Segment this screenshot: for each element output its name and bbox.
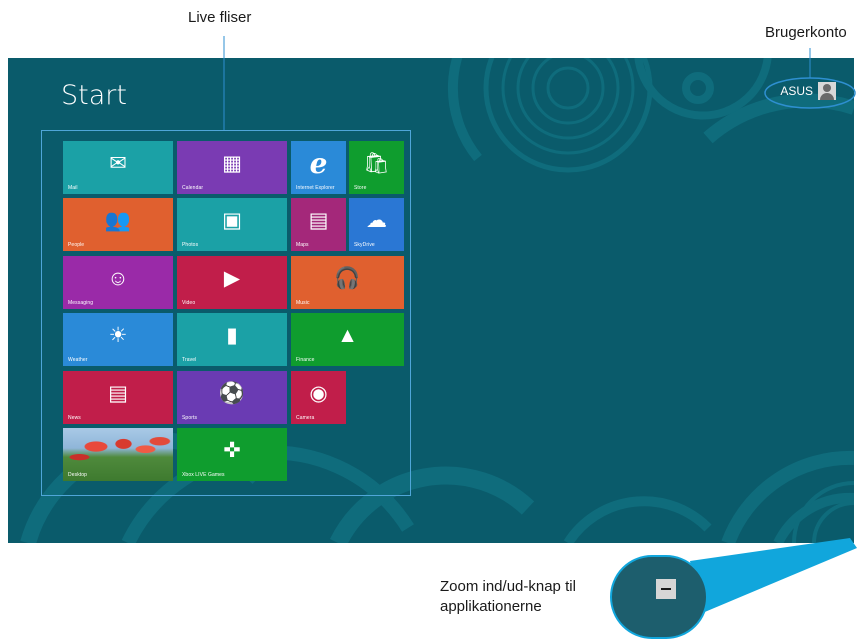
user-account[interactable]: ASUS	[780, 82, 836, 100]
tile-messaging[interactable]: ☺ Messaging	[63, 256, 173, 309]
calendar-icon: ▦	[222, 152, 242, 175]
tile-news[interactable]: ▤ News	[63, 371, 173, 424]
tile-desktop[interactable]: Desktop	[63, 428, 173, 481]
tile-skydrive[interactable]: ☁ SkyDrive	[349, 198, 404, 251]
tile-maps[interactable]: ▤ Maps	[291, 198, 346, 251]
tile-store[interactable]: 🛍 Store	[349, 141, 404, 194]
tile-music[interactable]: 🎧 Music	[291, 256, 404, 309]
tile-label: Music	[296, 300, 310, 306]
sports-icon: ⚽	[218, 382, 246, 405]
zoom-magnifier	[610, 555, 708, 639]
tile-people[interactable]: 👥 People	[63, 198, 173, 251]
tile-label: Video	[182, 300, 196, 306]
finance-icon: ▲	[337, 324, 358, 347]
music-icon: 🎧	[334, 267, 361, 290]
tile-camera[interactable]: ◉ Camera	[291, 371, 346, 424]
tile-label: Xbox LIVE Games	[182, 472, 225, 478]
tile-label: Internet Explorer	[296, 185, 335, 191]
tile-label: Travel	[182, 357, 197, 363]
tile-mail[interactable]: ✉ Mail	[63, 141, 173, 194]
store-icon: 🛍	[363, 152, 390, 175]
photos-icon: ▣	[222, 209, 242, 232]
tile-label: SkyDrive	[354, 242, 375, 248]
travel-icon: ▮	[226, 324, 238, 347]
internet-explorer-icon: e	[309, 147, 328, 180]
tile-label: Sports	[182, 415, 198, 421]
xbox-controller-icon: ✜	[223, 439, 241, 462]
tile-label: People	[68, 242, 85, 248]
tile-label: News	[68, 415, 81, 421]
tile-weather[interactable]: ☀ Weather	[63, 313, 173, 366]
messaging-icon: ☺	[107, 267, 129, 290]
weather-icon: ☀	[108, 324, 128, 347]
live-tiles-callout: Live fliser	[188, 9, 252, 26]
zoom-callout-line1: Zoom ind/ud-knap til	[440, 578, 576, 595]
tile-label: Maps	[296, 242, 309, 248]
tile-xbox-live-games[interactable]: ✜ Xbox LIVE Games	[177, 428, 287, 481]
news-icon: ▤	[108, 382, 128, 405]
tile-internet-explorer[interactable]: e Internet Explorer	[291, 141, 346, 194]
user-name: ASUS	[780, 84, 813, 98]
tile-label: Messaging	[68, 300, 94, 306]
tile-label: Desktop	[68, 472, 88, 478]
tile-calendar[interactable]: ▦ Calendar	[177, 141, 287, 194]
maps-icon: ▤	[308, 209, 329, 232]
tile-photos[interactable]: ▣ Photos	[177, 198, 287, 251]
video-icon: ▶	[223, 267, 241, 290]
tile-label: Camera	[296, 415, 315, 421]
tile-sports[interactable]: ⚽ Sports	[177, 371, 287, 424]
mail-icon: ✉	[109, 152, 127, 175]
start-screen: Start ASUS ✉ Mail ▦ Calendar e Internet Explo…	[8, 58, 854, 543]
user-avatar-icon[interactable]	[818, 82, 836, 100]
tile-label: Weather	[68, 357, 88, 363]
tile-travel[interactable]: ▮ Travel	[177, 313, 287, 366]
skydrive-icon: ☁	[366, 209, 387, 232]
tile-label: Store	[354, 185, 367, 191]
camera-icon: ◉	[309, 382, 328, 405]
zoom-out-minus-icon	[656, 579, 676, 599]
tile-label: Finance	[296, 357, 315, 363]
tile-video[interactable]: ▶ Video	[177, 256, 287, 309]
tile-finance[interactable]: ▲ Finance	[291, 313, 404, 366]
people-icon: 👥	[104, 209, 132, 232]
tile-label: Calendar	[182, 185, 204, 191]
start-title: Start	[61, 80, 127, 111]
tile-label: Mail	[68, 185, 78, 191]
user-account-callout: Brugerkonto	[765, 24, 847, 41]
zoom-callout-line2: applikationerne	[440, 598, 542, 615]
tile-label: Photos	[182, 242, 199, 248]
